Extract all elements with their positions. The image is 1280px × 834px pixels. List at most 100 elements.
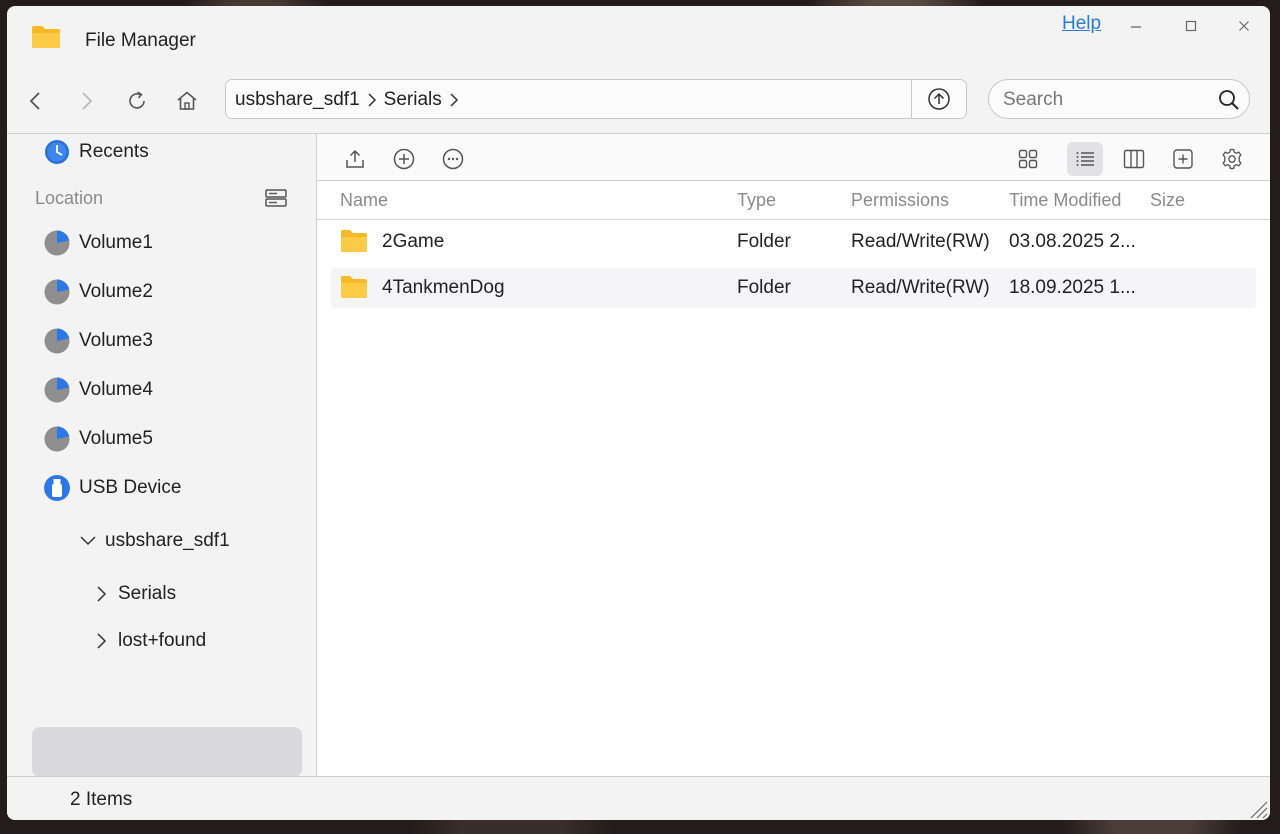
maximize-button[interactable]: [1179, 14, 1203, 38]
sidebar-item-label: Volume5: [79, 428, 153, 449]
list-view-button[interactable]: [1067, 142, 1103, 176]
sidebar-item-usb-device[interactable]: USB Device: [43, 474, 181, 502]
file-type: Folder: [737, 277, 791, 298]
file-manager-window: File Manager Help usbshare_sdf1 Serials: [7, 6, 1270, 820]
item-count: 2 Items: [70, 789, 133, 810]
status-bar: 2 Items: [7, 776, 1270, 820]
tree-item-label: lost+found: [118, 630, 207, 651]
upload-button[interactable]: [337, 142, 373, 176]
chevron-right-icon: [92, 585, 110, 603]
search-icon[interactable]: [1217, 88, 1241, 112]
back-button[interactable]: [19, 84, 53, 118]
file-modified: 18.09.2025 1...: [1009, 277, 1136, 298]
more-circle-icon: [442, 148, 464, 170]
home-icon: [177, 91, 197, 110]
table-header: Name Type Permissions Time Modified Size: [317, 181, 1270, 220]
search-box: [988, 79, 1250, 119]
chevron-right-icon: [82, 92, 93, 110]
sidebar-item-label: USB Device: [79, 477, 182, 498]
column-header-type[interactable]: Type: [737, 190, 776, 211]
column-header-size[interactable]: Size: [1150, 190, 1185, 211]
path-bar[interactable]: usbshare_sdf1 Serials: [225, 79, 967, 119]
sidebar-item-recents[interactable]: Recents: [43, 138, 149, 166]
clock-icon: [45, 140, 69, 164]
title-bar: File Manager Help: [7, 6, 1270, 74]
columns-view-icon: [1123, 149, 1145, 169]
table-row[interactable]: 2Game Folder Read/Write(RW) 03.08.2025 2…: [331, 222, 1256, 262]
toolbar: [317, 134, 1270, 181]
more-actions-button[interactable]: [435, 142, 471, 176]
search-input[interactable]: [1001, 87, 1205, 113]
volume-pie-icon: [44, 279, 70, 305]
minimize-icon: [1131, 26, 1141, 28]
forward-button[interactable]: [69, 84, 103, 118]
parent-folder-button[interactable]: [911, 80, 966, 118]
sidebar-item-label: Volume1: [79, 232, 153, 253]
file-name: 2Game: [382, 231, 445, 252]
sidebar-item-label: Volume2: [79, 281, 153, 302]
arrow-up-circle-icon: [928, 88, 950, 110]
grid-view-icon: [1018, 149, 1038, 169]
gear-icon: [1222, 148, 1242, 170]
tree-item-serials[interactable]: Serials: [92, 583, 176, 605]
grid-view-button[interactable]: [1010, 142, 1046, 176]
help-link[interactable]: Help: [1062, 13, 1101, 35]
home-button[interactable]: [170, 84, 204, 118]
storage-manager-icon[interactable]: [263, 186, 289, 210]
column-header-permissions[interactable]: Permissions: [851, 190, 949, 211]
volume-pie-icon: [44, 377, 70, 403]
sidebar-bottom-panel: [32, 727, 302, 777]
column-header-name[interactable]: Name: [340, 190, 388, 211]
close-button[interactable]: [1232, 14, 1256, 38]
sidebar-item-volume3[interactable]: Volume3: [43, 327, 153, 355]
chevron-right-icon: [92, 632, 110, 650]
refresh-button[interactable]: [120, 84, 154, 118]
table-row[interactable]: 4TankmenDog Folder Read/Write(RW) 18.09.…: [331, 268, 1256, 308]
minimize-button[interactable]: [1124, 14, 1148, 38]
file-type: Folder: [737, 231, 791, 252]
settings-button[interactable]: [1214, 142, 1250, 176]
chevron-left-icon: [29, 92, 40, 110]
location-header: Location: [35, 188, 104, 208]
folder-icon: [32, 26, 60, 48]
tree-item-lost-found[interactable]: lost+found: [92, 630, 206, 652]
tree-item-usbshare[interactable]: usbshare_sdf1: [79, 530, 230, 552]
volume-pie-icon: [44, 426, 70, 452]
volume-pie-icon: [44, 230, 70, 256]
tree-item-label: usbshare_sdf1: [105, 530, 230, 551]
usb-icon: [44, 475, 70, 501]
breadcrumb: usbshare_sdf1 Serials: [235, 89, 466, 111]
upload-icon: [346, 149, 364, 168]
sidebar-item-volume2[interactable]: Volume2: [43, 278, 153, 306]
file-permissions: Read/Write(RW): [851, 231, 990, 252]
sidebar-item-label: Recents: [79, 141, 149, 162]
chevron-right-icon: [366, 92, 378, 108]
sidebar-item-volume4[interactable]: Volume4: [43, 376, 153, 404]
tree-item-label: Serials: [118, 583, 177, 604]
sidebar-item-label: Volume4: [79, 379, 153, 400]
file-name: 4TankmenDog: [382, 277, 505, 298]
columns-view-button[interactable]: [1116, 142, 1152, 176]
sidebar-item-volume1[interactable]: Volume1: [43, 229, 153, 257]
chevron-right-icon: [448, 92, 460, 108]
chevron-down-icon: [79, 532, 97, 550]
breadcrumb-item[interactable]: usbshare_sdf1: [235, 89, 360, 111]
volume-pie-icon: [44, 328, 70, 354]
sidebar-item-volume5[interactable]: Volume5: [43, 425, 153, 453]
folder-icon: [341, 230, 367, 252]
plus-circle-icon: [393, 148, 415, 170]
breadcrumb-item[interactable]: Serials: [384, 89, 442, 111]
column-header-time-modified[interactable]: Time Modified: [1009, 190, 1121, 211]
folder-icon: [341, 276, 367, 298]
maximize-icon: [1185, 20, 1197, 32]
file-modified: 03.08.2025 2...: [1009, 231, 1136, 252]
new-folder-button[interactable]: [1165, 142, 1201, 176]
refresh-icon: [129, 91, 145, 109]
close-icon: [1239, 21, 1249, 31]
file-permissions: Read/Write(RW): [851, 277, 990, 298]
list-view-icon: [1076, 152, 1094, 166]
sidebar: Recents Location Volume1 Volume2 Volume3…: [7, 134, 316, 777]
file-list-pane: Name Type Permissions Time Modified Size…: [317, 134, 1270, 776]
resize-grip-icon[interactable]: [1248, 799, 1268, 819]
create-button[interactable]: [386, 142, 422, 176]
